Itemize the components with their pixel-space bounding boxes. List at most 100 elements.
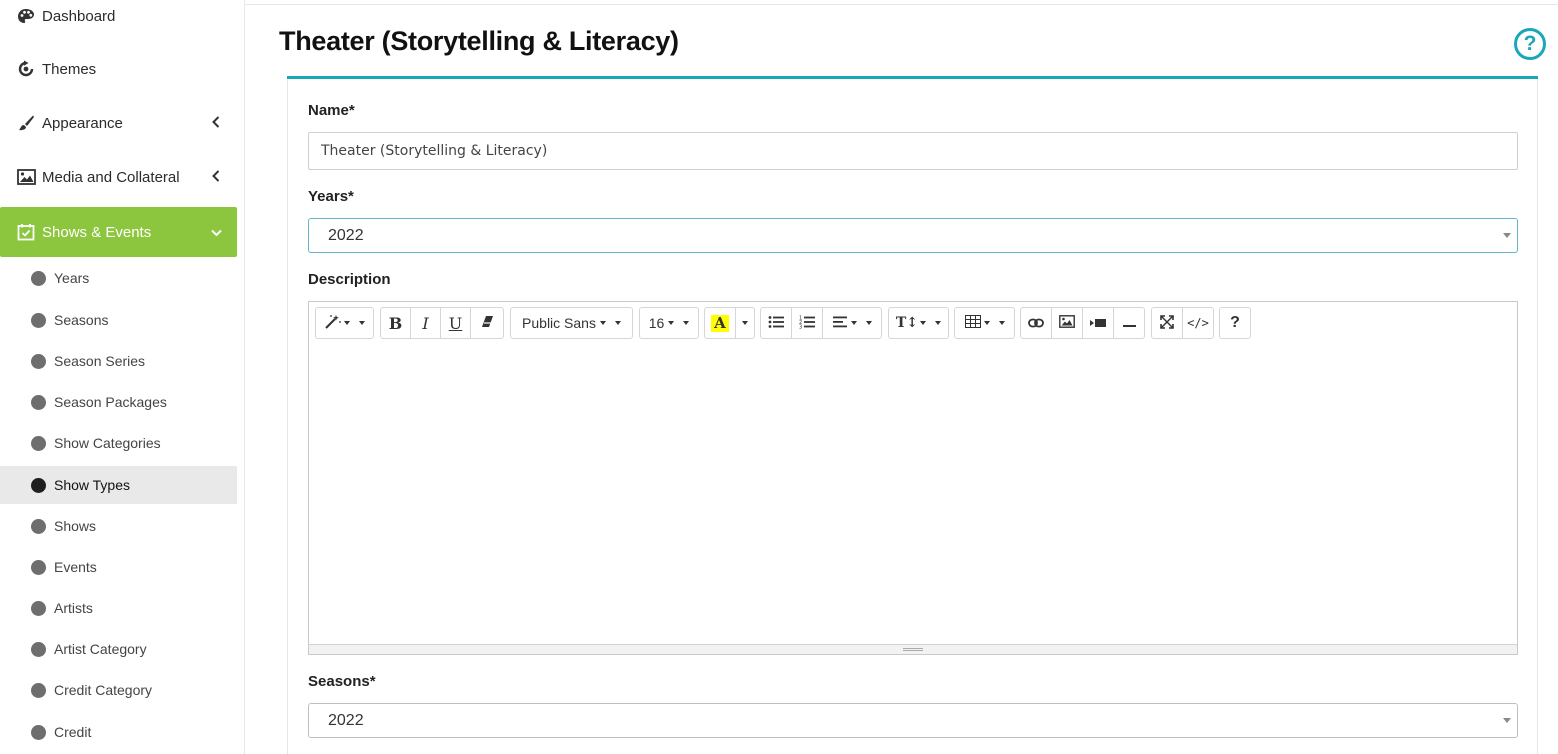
sidebar-item-label: Appearance [42, 114, 123, 132]
clear-format-button[interactable] [470, 307, 504, 339]
sidebar-subitem-artist-category[interactable]: Artist Category [0, 630, 237, 668]
sidebar-item-dashboard[interactable]: Dashboard [0, 0, 237, 41]
sidebar-subitem-label: Show Categories [54, 435, 161, 451]
insert-video-button[interactable] [1082, 307, 1114, 339]
sidebar-subitem-label: Artist Category [54, 641, 147, 657]
image-icon [16, 168, 36, 186]
page-title: Theater (Storytelling & Literacy) [279, 26, 679, 56]
font-family-dropdown[interactable]: Public Sans [510, 307, 633, 339]
sidebar-subitem-artists[interactable]: Artists [0, 589, 237, 627]
line-height-dropdown[interactable]: T↕ [888, 307, 949, 339]
editor-resize-bar[interactable] [309, 644, 1517, 654]
sidebar-subitem-label: Season Series [54, 353, 146, 369]
highlight-color-button[interactable]: A [704, 307, 736, 339]
italic-button[interactable]: I [410, 307, 441, 339]
sidebar-subitem-label: Season Packages [54, 394, 167, 410]
chevron-down-icon [211, 224, 222, 240]
circle-icon [31, 394, 46, 410]
sidebar-item-shows-and-events[interactable]: Shows & Events [0, 207, 237, 257]
font-family-value: Public Sans [522, 315, 596, 331]
dropdown-arrow-icon [1503, 718, 1511, 723]
bold-button[interactable]: B [380, 307, 411, 339]
palette-icon [16, 7, 36, 25]
style-dropdown-button[interactable] [315, 307, 374, 339]
sidebar-item-label: Themes [42, 60, 97, 78]
sidebar-subitem-label: Seasons [54, 312, 109, 328]
sidebar-item-themes[interactable]: Themes [0, 44, 237, 94]
svg-text:3: 3 [799, 324, 802, 329]
sidebar-subitem-label: Credit Category [54, 682, 153, 698]
magic-wand-icon [324, 314, 342, 333]
sidebar-subitem-season-series[interactable]: Season Series [0, 342, 237, 380]
circle-icon [31, 353, 46, 369]
code-view-button[interactable]: </> [1182, 307, 1214, 339]
highlight-icon: A [711, 314, 729, 332]
highlight-color-dropdown[interactable] [735, 307, 755, 339]
chevron-left-icon [211, 169, 221, 185]
link-icon [1028, 315, 1044, 331]
dropdown-arrow-icon [1503, 233, 1511, 238]
sidebar-subitem-show-types[interactable]: Show Types [0, 466, 237, 504]
editor-help-button[interactable]: ? [1219, 307, 1251, 339]
sidebar-subitem-credit-category[interactable]: Credit Category [0, 671, 237, 709]
sidebar-subitem-years[interactable]: Years [0, 259, 237, 297]
seasons-select[interactable]: 2022 [308, 703, 1518, 738]
sidebar-item-appearance[interactable]: Appearance [0, 98, 237, 148]
description-label: Description [308, 271, 391, 288]
sidebar-item-media-and-collateral[interactable]: Media and Collateral [0, 152, 237, 202]
eraser-icon [481, 315, 494, 331]
sidebar-subitem-label: Shows [54, 518, 97, 534]
editor-content-area[interactable] [309, 346, 1517, 644]
grip-icon [903, 648, 923, 651]
circle-icon [31, 724, 46, 740]
font-size-dropdown[interactable]: 16 [639, 307, 699, 339]
name-label: Name* [308, 102, 355, 119]
question-icon: ? [1230, 314, 1240, 331]
sidebar: Dashboard Themes Appearance Media and Co… [0, 0, 245, 754]
chevron-left-icon [211, 115, 221, 131]
question-icon: ? [1523, 32, 1537, 55]
calendar-check-icon [16, 223, 36, 241]
sidebar-subitem-label: Show Types [54, 477, 131, 493]
italic-icon: I [422, 313, 429, 333]
sidebar-item-label: Dashboard [42, 7, 116, 25]
underline-button[interactable]: U [440, 307, 471, 339]
sidebar-subitem-show-categories[interactable]: Show Categories [0, 424, 237, 462]
insert-image-button[interactable] [1051, 307, 1083, 339]
seasons-select-value: 2022 [328, 711, 364, 729]
sidebar-subitem-events[interactable]: Events [0, 548, 237, 586]
sidebar-subitem-seasons[interactable]: Seasons [0, 301, 237, 339]
brush-icon [16, 114, 36, 132]
card-accent-border [287, 76, 1538, 79]
description-editor: B I U Public Sans 16 A 1 2 3 T↕ </> ? [308, 301, 1518, 655]
unordered-list-icon [768, 315, 784, 332]
sidebar-subitem-credit[interactable]: Credit [0, 713, 237, 751]
fullscreen-button[interactable] [1151, 307, 1183, 339]
refresh-icon [16, 60, 36, 78]
paragraph-align-dropdown[interactable] [822, 307, 882, 339]
video-icon [1090, 315, 1106, 331]
years-label: Years* [308, 188, 354, 205]
circle-icon [31, 641, 46, 657]
sidebar-subitem-label: Years [54, 270, 90, 286]
table-dropdown[interactable] [954, 307, 1015, 339]
sidebar-subitem-season-packages[interactable]: Season Packages [0, 383, 237, 421]
years-select-value: 2022 [328, 226, 364, 244]
sidebar-item-label: Media and Collateral [42, 168, 180, 186]
table-icon [964, 315, 981, 331]
help-button[interactable]: ? [1514, 28, 1546, 60]
horizontal-rule-button[interactable] [1113, 307, 1145, 339]
bullet-list-button[interactable] [760, 307, 792, 339]
sidebar-subitem-shows[interactable]: Shows [0, 507, 237, 545]
seasons-label: Seasons* [308, 673, 376, 690]
font-size-value: 16 [648, 315, 665, 331]
picture-icon [1059, 315, 1075, 331]
name-input[interactable] [308, 132, 1518, 170]
insert-link-button[interactable] [1020, 307, 1052, 339]
ordered-list-icon: 123 [799, 315, 815, 332]
sidebar-subitem-label: Credit [54, 724, 92, 740]
caret-icon [742, 321, 748, 325]
numbered-list-button[interactable]: 123 [791, 307, 823, 339]
years-select[interactable]: 2022 [308, 218, 1518, 253]
circle-icon [31, 435, 46, 451]
